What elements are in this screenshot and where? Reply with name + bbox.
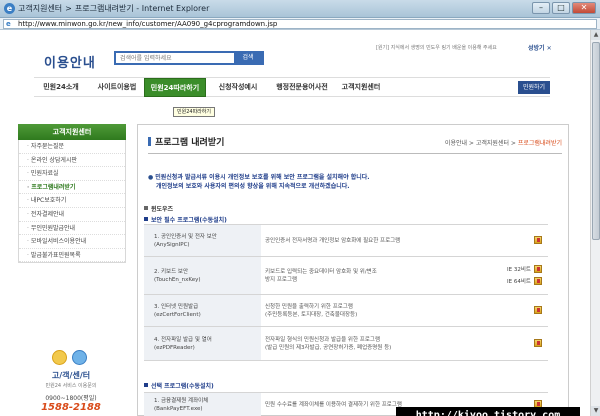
side-nav-item[interactable]: 온라인 상담게시판	[19, 154, 125, 168]
top-note: [원기] 지식에서 생명의 민도우 링기 배운을 이용해 주세요	[376, 45, 497, 51]
table-row: 3. 인터넷 민원발급 (ezCertForClient) 신청한 민원을 출력하…	[144, 294, 548, 327]
program-name: 2. 키보드 보안 (TouchEn_nxKey)	[144, 256, 261, 295]
program-desc: 신청한 민원을 출력하기 위한 프로그램 (주민등록등본, 토지대장, 건축물대장…	[261, 294, 446, 327]
breadcrumb-home[interactable]: 이용안내	[445, 140, 467, 147]
nav-tooltip: 민원24따라하기	[173, 107, 215, 117]
title-divider	[148, 153, 562, 154]
breadcrumb-current: 프로그램내려받기	[517, 140, 562, 147]
gnb-item-walkthrough[interactable]: 민원24따라하기	[144, 78, 206, 97]
watermark: http://kiyoo.tistory.com	[396, 407, 580, 416]
page-title: 프로그램 내려받기	[148, 135, 224, 148]
call-center-banner[interactable]: 고/객/센/터 민원24 서비스 이용문의 0900~1800(평일) 1588…	[36, 348, 106, 416]
window-titlebar: e 고객지원센터 > 프로그램내려받기 - Internet Explorer – …	[0, 0, 600, 18]
table-row: 1. 공인인증서 및 전자 보안 (AnySignIPC) 공인인증서 전자서명과…	[144, 224, 548, 257]
table-row: 2. 키보드 보안 (TouchEn_nxKey) 키보드로 입력되는 중요데이터…	[144, 256, 548, 295]
side-nav-item-active[interactable]: 프로그램내려받기	[19, 181, 125, 195]
main-navigation: 민원24소개 사이트이용법 민원24따라하기 신청작성예시 행정전문용어사전 고…	[34, 77, 550, 97]
program-download	[446, 326, 548, 361]
side-nav-title: 고객지원센터	[18, 124, 126, 140]
gnb-item-intro[interactable]: 민원24소개	[42, 78, 80, 97]
scroll-up-icon[interactable]: ▲	[591, 30, 600, 40]
call-center-title: 고/객/센/터	[51, 371, 91, 380]
program-download	[446, 294, 548, 327]
login-button[interactable]: 민원하기	[518, 81, 550, 94]
side-nav-item[interactable]: 민원자료실	[19, 167, 125, 181]
gnb-item-support[interactable]: 고객지원센터	[338, 78, 384, 97]
search-box: 검색	[114, 51, 264, 65]
call-center-subtitle: 민원24 서비스 이용문의	[45, 383, 97, 389]
call-center-hours: 0900~1800(평일)	[45, 395, 97, 402]
search-button[interactable]: 검색	[234, 53, 262, 63]
gnb-item-glossary[interactable]: 행정전문용어사전	[272, 78, 332, 97]
os-section-label: 윈도우즈	[144, 204, 173, 213]
search-input[interactable]	[116, 53, 234, 63]
program-download: IE 32비트 IE 64비트	[446, 256, 548, 295]
program-name: 1. 금융결제원 계좌이체 (BankPayEFT.exe)	[144, 392, 261, 416]
breadcrumb: 이용안내 > 고객지원센터 > 프로그램내려받기	[444, 140, 562, 147]
window-title: 고객지원센터 > 프로그램내려받기 - Internet Explorer	[18, 4, 210, 13]
required-section-label: 보안 필수 프로그램(수동설치)	[144, 215, 227, 224]
side-nav-item[interactable]: 전자결제안내	[19, 208, 125, 222]
call-center-phone: 1588-2188	[41, 402, 101, 413]
program-name: 4. 전자파일 발급 및 열어 (ezPDFReader)	[144, 326, 261, 361]
program-desc: 키보드로 입력되는 중요데이터 암호화 및 위/변조 방지 프로그램	[261, 256, 446, 295]
scrollbar-thumb[interactable]	[592, 42, 600, 240]
maximize-button[interactable]: □	[552, 2, 570, 14]
required-program-table: 1. 공인인증서 및 전자 보안 (AnySignIPC) 공인인증서 전자서명과…	[144, 224, 548, 361]
main-content: 프로그램 내려받기 이용안내 > 고객지원센터 > 프로그램내려받기 ● 민원신청…	[137, 124, 569, 416]
side-nav-list: 자주묻는질문 온라인 상담게시판 민원자료실 프로그램내려받기 내PC보호하기 …	[18, 140, 126, 264]
notice-bullet-icon: ●	[148, 174, 154, 181]
mascot-icon	[36, 348, 106, 370]
program-desc: 공인인증서 전자서명과 개인정보 암호화에 필요한 프로그램	[261, 224, 446, 257]
download-icon[interactable]	[534, 339, 542, 348]
scroll-down-icon[interactable]: ▼	[591, 406, 600, 416]
page-icon: e	[6, 20, 11, 28]
font-size-control[interactable]: 성방기 ✕	[528, 43, 552, 52]
internet-explorer-icon: e	[4, 3, 15, 14]
side-nav-item[interactable]: 발급불가표민원목록	[19, 249, 125, 263]
minimize-button[interactable]: –	[532, 2, 550, 14]
table-row: 4. 전자파일 발급 및 열어 (ezPDFReader) 전자파일 형식의 민원…	[144, 326, 548, 361]
page-viewport: 이용안내 검색 [원기] 지식에서 생명의 민도우 링기 배운을 이용해 주세요…	[0, 30, 600, 416]
window-controls: – □ ✕	[532, 2, 596, 14]
address-bar: e http://www.minwon.go.kr/new_info/custo…	[0, 18, 600, 30]
gnb-item-examples[interactable]: 신청작성예시	[214, 78, 262, 97]
program-download	[446, 224, 548, 257]
side-nav-item[interactable]: 모바일서비스이용안내	[19, 235, 125, 249]
download-icon[interactable]	[534, 265, 542, 273]
program-name: 1. 공인인증서 및 전자 보안 (AnySignIPC)	[144, 224, 261, 257]
program-desc: 전자파일 형식의 민원신청과 발급을 위한 프로그램 (발급 민원의 제3자발급,…	[261, 326, 446, 361]
gnb-item-usage[interactable]: 사이트이용법	[96, 78, 138, 97]
download-icon[interactable]	[534, 277, 542, 285]
site-logo[interactable]: 이용안내	[44, 52, 96, 71]
security-notice: ● 민원신청과 발급서류 이용시 개인정보 보호를 위해 보안 프로그램을 설치해…	[148, 174, 370, 190]
side-nav-item[interactable]: 자주묻는질문	[19, 140, 125, 154]
side-nav-item[interactable]: 내PC보호하기	[19, 194, 125, 208]
breadcrumb-support[interactable]: 고객지원센터	[476, 140, 509, 147]
download-icon[interactable]	[534, 236, 542, 245]
optional-section-label: 선택 프로그램(수동설치)	[144, 381, 214, 390]
url-field[interactable]: e http://www.minwon.go.kr/new_info/custo…	[3, 19, 597, 29]
vertical-scrollbar[interactable]: ▲ ▼	[590, 30, 600, 416]
program-name: 3. 인터넷 민원발급 (ezCertForClient)	[144, 294, 261, 327]
side-navigation: 고객지원센터 자주묻는질문 온라인 상담게시판 민원자료실 프로그램내려받기 내…	[18, 124, 126, 264]
download-icon[interactable]	[534, 306, 542, 315]
side-nav-item[interactable]: 무인민원발급안내	[19, 222, 125, 236]
close-button[interactable]: ✕	[572, 2, 596, 14]
